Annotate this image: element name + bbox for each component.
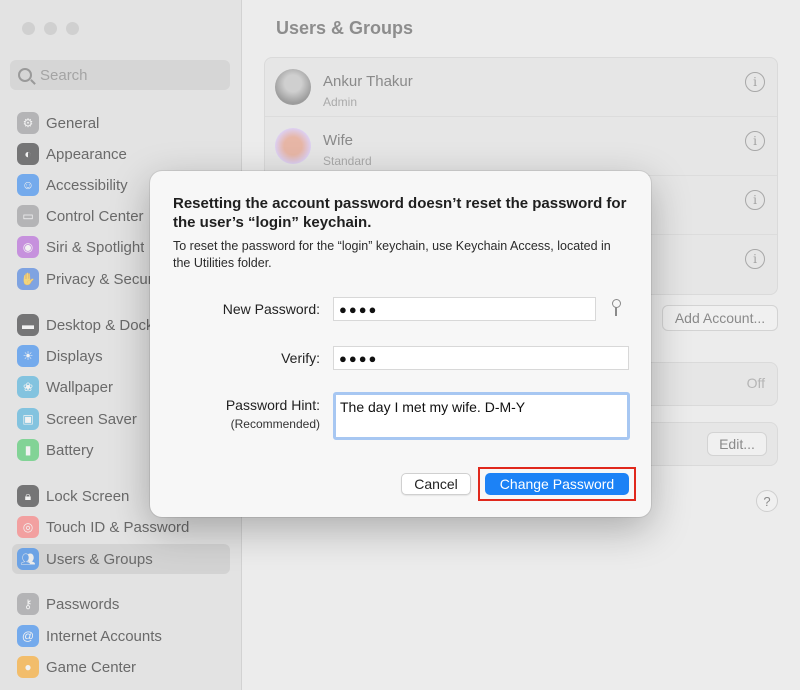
dialog-title: Resetting the account password doesn’t r…	[173, 195, 627, 231]
sidebar-item-general[interactable]: ⚙ General	[12, 108, 230, 138]
add-account-button[interactable]: Add Account...	[662, 305, 778, 331]
info-icon[interactable]: i	[745, 249, 765, 269]
displays-icon: ☀	[17, 345, 39, 367]
reset-password-dialog: Resetting the account password doesn’t r…	[150, 171, 651, 517]
at-icon: @	[17, 625, 39, 647]
user-name: Wife	[323, 132, 353, 149]
password-assistant-key-icon[interactable]	[610, 299, 622, 317]
user-row-wife[interactable]: Wife Standard i	[265, 117, 777, 176]
password-hint-field[interactable]: The day I met my wife. D-M-Y	[333, 392, 630, 440]
key-icon: ⚷	[17, 593, 39, 615]
new-password-value: ●●●●	[339, 301, 379, 317]
page-title: Users & Groups	[276, 18, 414, 38]
zoom-window-button[interactable]	[66, 22, 79, 35]
hand-icon: ✋	[17, 268, 39, 290]
sidebar-item-users-groups[interactable]: 👥︎ Users & Groups	[12, 544, 230, 574]
highlight-annotation	[478, 467, 636, 501]
cancel-button[interactable]: Cancel	[401, 473, 471, 495]
close-window-button[interactable]	[22, 22, 35, 35]
appearance-icon: ◐	[17, 143, 39, 165]
search-placeholder: Search	[40, 66, 88, 84]
wallpaper-icon: ❀	[17, 376, 39, 398]
help-button[interactable]: ?	[756, 490, 778, 512]
off-value[interactable]: Off	[747, 375, 765, 391]
avatar	[275, 69, 311, 105]
info-icon[interactable]: i	[745, 72, 765, 92]
gear-icon: ⚙	[17, 112, 39, 134]
verify-password-field[interactable]: ●●●●	[333, 346, 629, 370]
verify-value: ●●●●	[339, 350, 379, 366]
new-password-field[interactable]: ●●●●	[333, 297, 596, 321]
minimize-window-button[interactable]	[44, 22, 57, 35]
password-hint-label: Password Hint:	[225, 397, 320, 413]
battery-icon: ▮	[17, 439, 39, 461]
user-row-ankur[interactable]: Ankur Thakur Admin i	[265, 58, 777, 117]
window-controls	[22, 22, 79, 35]
fingerprint-icon: ◎	[17, 516, 39, 538]
siri-icon: ◉	[17, 236, 39, 258]
info-icon[interactable]: i	[745, 190, 765, 210]
verify-label: Verify:	[281, 350, 320, 366]
avatar	[275, 128, 311, 164]
sidebar-item-internet-accounts[interactable]: @ Internet Accounts	[12, 621, 230, 651]
settings-window: Search ⚙ General ◐ Appearance ☺ Accessibili…	[0, 0, 800, 690]
sidebar-item-passwords[interactable]: ⚷ Passwords	[12, 589, 230, 619]
dialog-message: To reset the password for the “login” ke…	[173, 239, 611, 270]
sidebar-item-appearance[interactable]: ◐ Appearance	[12, 139, 230, 169]
new-password-label: New Password:	[222, 301, 320, 317]
lock-icon: 🔒︎	[17, 485, 39, 507]
users-icon: 👥︎	[17, 548, 39, 570]
search-field[interactable]: Search	[10, 60, 230, 90]
info-icon[interactable]: i	[745, 131, 765, 151]
game-center-icon: ●	[17, 656, 39, 678]
user-role: Admin	[323, 95, 358, 109]
password-hint-sublabel: (Recommended)	[230, 417, 320, 431]
user-role: Standard	[323, 154, 372, 168]
control-center-icon: ▭	[17, 205, 39, 227]
sidebar-item-game-center[interactable]: ● Game Center	[12, 652, 230, 682]
edit-button[interactable]: Edit...	[707, 432, 767, 456]
accessibility-icon: ☺	[17, 174, 39, 196]
screen-saver-icon: ▣	[17, 408, 39, 430]
search-icon	[18, 68, 32, 82]
user-name: Ankur Thakur	[323, 73, 413, 90]
dock-icon: ▬	[17, 314, 39, 336]
